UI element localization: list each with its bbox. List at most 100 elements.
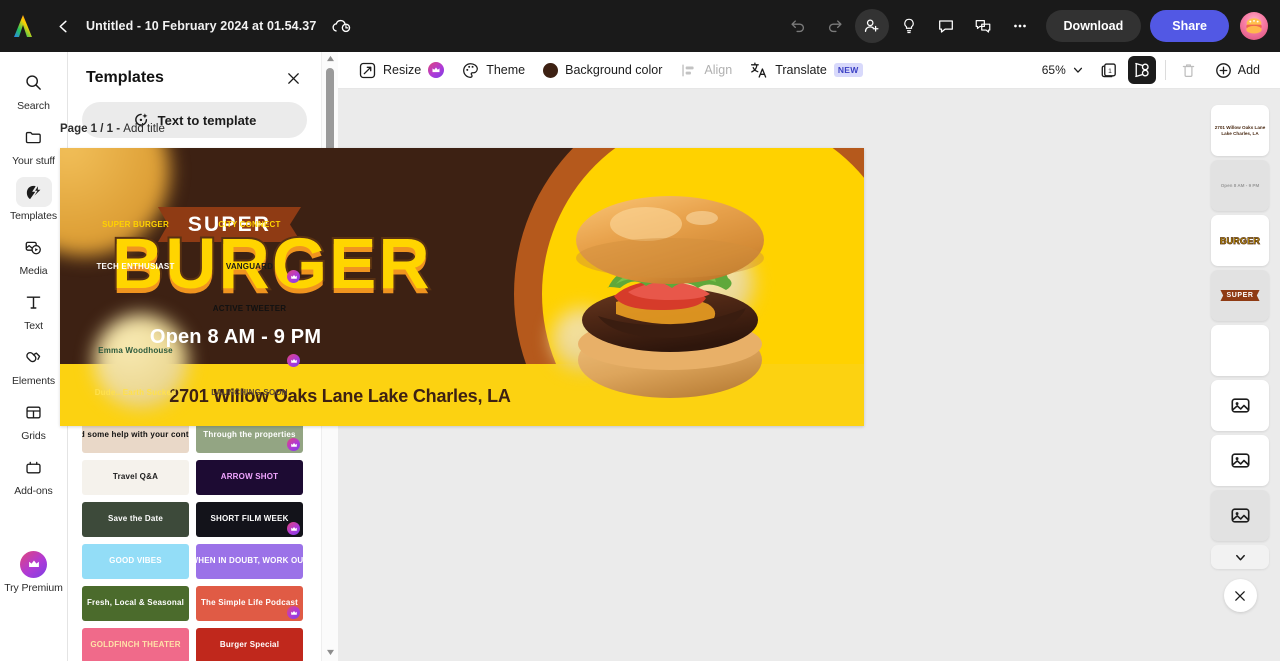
template-thumbnail[interactable]: GOLDFINCH THEATER bbox=[82, 628, 189, 661]
adobe-express-logo[interactable] bbox=[0, 0, 46, 52]
sidebar-item-elements[interactable]: Elements bbox=[2, 337, 66, 390]
text-icon bbox=[16, 287, 52, 317]
template-thumbnail[interactable]: Burger Special bbox=[196, 628, 303, 661]
sidebar-item-search[interactable]: Search bbox=[2, 62, 66, 115]
layer-label: 2701 Willow Oaks Lane Lake Charles, LA bbox=[1214, 125, 1266, 136]
lightbulb-icon[interactable] bbox=[892, 9, 926, 43]
close-icon bbox=[1233, 589, 1247, 603]
background-color-label: Background color bbox=[565, 63, 663, 77]
template-thumbnail[interactable]: The Simple Life Podcast bbox=[196, 586, 303, 621]
redo-icon[interactable] bbox=[818, 9, 852, 43]
template-thumbnail-label: ARROW SHOT bbox=[220, 472, 279, 482]
scroll-up-arrow[interactable] bbox=[322, 52, 339, 65]
layers-close-button[interactable] bbox=[1223, 579, 1257, 612]
addons-icon bbox=[16, 452, 52, 482]
template-thumbnail-label: Emma Woodhouse bbox=[98, 346, 173, 356]
translate-button[interactable]: Translate NEW bbox=[741, 56, 871, 84]
chat-bubbles-icon[interactable] bbox=[966, 9, 1000, 43]
add-label: Add bbox=[1237, 63, 1260, 77]
chevron-down-icon bbox=[1234, 551, 1247, 564]
add-button[interactable]: Add bbox=[1207, 62, 1268, 79]
template-thumbnail-label: ACTIVE TWEETER bbox=[212, 304, 287, 314]
panel-header: Templates bbox=[68, 52, 321, 96]
template-thumbnail-label: SUPER BURGER bbox=[102, 220, 169, 230]
download-button[interactable]: Download bbox=[1045, 10, 1142, 42]
template-thumbnail[interactable]: Save the Date bbox=[82, 502, 189, 537]
align-label: Align bbox=[704, 63, 733, 77]
layers-icon[interactable] bbox=[1127, 56, 1156, 84]
layer-label: SUPER bbox=[1220, 290, 1260, 301]
sidebar-item-grids[interactable]: Grids bbox=[2, 392, 66, 445]
template-thumbnail-label: SHORT FILM WEEK bbox=[210, 514, 289, 524]
undo-icon[interactable] bbox=[781, 9, 815, 43]
theme-label: Theme bbox=[486, 63, 526, 77]
layer-thumbnail[interactable] bbox=[1211, 435, 1269, 486]
layer-thumbnail[interactable]: 2701 Willow Oaks Lane Lake Charles, LA bbox=[1211, 105, 1269, 156]
template-thumbnail[interactable]: WHEN IN DOUBT, WORK OUT bbox=[196, 544, 303, 579]
folder-icon bbox=[16, 122, 52, 152]
top-bar-actions: Download Share bbox=[781, 9, 1280, 43]
template-thumbnail-label: Dude.. Earth Sucked bbox=[94, 388, 177, 398]
burger-photo[interactable] bbox=[542, 184, 802, 416]
add-person-icon[interactable] bbox=[854, 9, 889, 43]
document-title[interactable]: Untitled - 10 February 2024 at 01.54.37 bbox=[86, 19, 316, 33]
template-thumbnail[interactable]: Travel Q&A bbox=[82, 460, 189, 495]
zoom-control[interactable]: 65% bbox=[1034, 63, 1092, 77]
align-button[interactable]: Align bbox=[671, 56, 741, 84]
translate-icon bbox=[750, 61, 768, 79]
resize-button[interactable]: Resize bbox=[350, 56, 453, 84]
crown-icon bbox=[287, 270, 300, 283]
template-thumbnail-label: GOLDFINCH THEATER bbox=[90, 640, 181, 650]
layer-thumbnail[interactable] bbox=[1211, 380, 1269, 431]
template-thumbnail-label: CITY CONNECT bbox=[218, 220, 281, 230]
theme-button[interactable]: Theme bbox=[453, 56, 534, 84]
add-title-link[interactable]: Add title bbox=[123, 123, 165, 135]
sidebar-item-label: Try Premium bbox=[4, 582, 63, 594]
grids-icon bbox=[16, 397, 52, 427]
sidebar-item-text[interactable]: Text bbox=[2, 282, 66, 335]
toolbar-divider bbox=[1164, 60, 1166, 80]
crown-icon bbox=[287, 606, 300, 619]
top-bar: Untitled - 10 February 2024 at 01.54.37 … bbox=[0, 0, 1280, 52]
page-count-icon[interactable]: 1 bbox=[1096, 56, 1124, 84]
template-thumbnail-label: WHEN IN DOUBT, WORK OUT bbox=[196, 556, 303, 566]
layer-thumbnail[interactable]: SUPER bbox=[1211, 270, 1269, 321]
toolbar-right-controls: 65% 1 Add bbox=[1034, 56, 1268, 84]
sidebar-item-media[interactable]: Media bbox=[2, 227, 66, 280]
templates-icon bbox=[15, 177, 52, 207]
image-icon bbox=[1230, 505, 1251, 526]
template-thumbnail[interactable]: SHORT FILM WEEK bbox=[196, 502, 303, 537]
crown-icon bbox=[287, 522, 300, 535]
scroll-down-arrow[interactable] bbox=[322, 646, 339, 659]
editor-toolbar: Resize Theme Background color Align Tran… bbox=[338, 52, 1280, 89]
template-thumbnail[interactable]: ARROW SHOT bbox=[196, 460, 303, 495]
trash-icon[interactable] bbox=[1175, 56, 1203, 84]
template-thumbnail-label: GOOD VIBES bbox=[109, 556, 162, 566]
template-thumbnail[interactable]: GOOD VIBES bbox=[82, 544, 189, 579]
layer-thumbnail[interactable] bbox=[1211, 490, 1269, 541]
layer-thumbnail[interactable]: BURGER bbox=[1211, 215, 1269, 266]
back-button[interactable] bbox=[46, 0, 80, 52]
layers-expand-button[interactable] bbox=[1211, 545, 1269, 569]
template-thumbnail-label: Need some help with your content? bbox=[82, 430, 189, 440]
sidebar-item-try-premium[interactable]: Try Premium bbox=[2, 544, 66, 597]
template-thumbnail-label: The Simple Life Podcast bbox=[200, 598, 299, 608]
translate-label: Translate bbox=[775, 63, 827, 77]
more-options-icon[interactable] bbox=[1003, 9, 1037, 43]
avatar[interactable] bbox=[1240, 12, 1268, 40]
text-to-template-label: Text to template bbox=[157, 112, 257, 128]
resize-label: Resize bbox=[383, 63, 422, 77]
comment-icon[interactable] bbox=[929, 9, 963, 43]
sidebar-item-add-ons[interactable]: Add-ons bbox=[2, 447, 66, 500]
template-thumbnail-label: LAUNCHING SOON bbox=[211, 388, 288, 398]
template-thumbnail[interactable]: Fresh, Local & Seasonal bbox=[82, 586, 189, 621]
close-icon[interactable] bbox=[283, 68, 303, 88]
design-artboard[interactable]: SUPER BURGER Open 8 AM - 9 PM 2701 Willo… bbox=[60, 148, 864, 426]
share-button[interactable]: Share bbox=[1150, 10, 1229, 42]
sidebar-item-your-stuff[interactable]: Your stuff bbox=[2, 117, 66, 170]
background-color-button[interactable]: Background color bbox=[534, 56, 671, 84]
sidebar-item-templates[interactable]: Templates bbox=[2, 172, 66, 225]
layer-thumbnail[interactable]: Open 8 AM - 9 PM bbox=[1211, 160, 1269, 211]
svg-text:1: 1 bbox=[1108, 67, 1112, 74]
layer-thumbnail[interactable] bbox=[1211, 325, 1269, 376]
